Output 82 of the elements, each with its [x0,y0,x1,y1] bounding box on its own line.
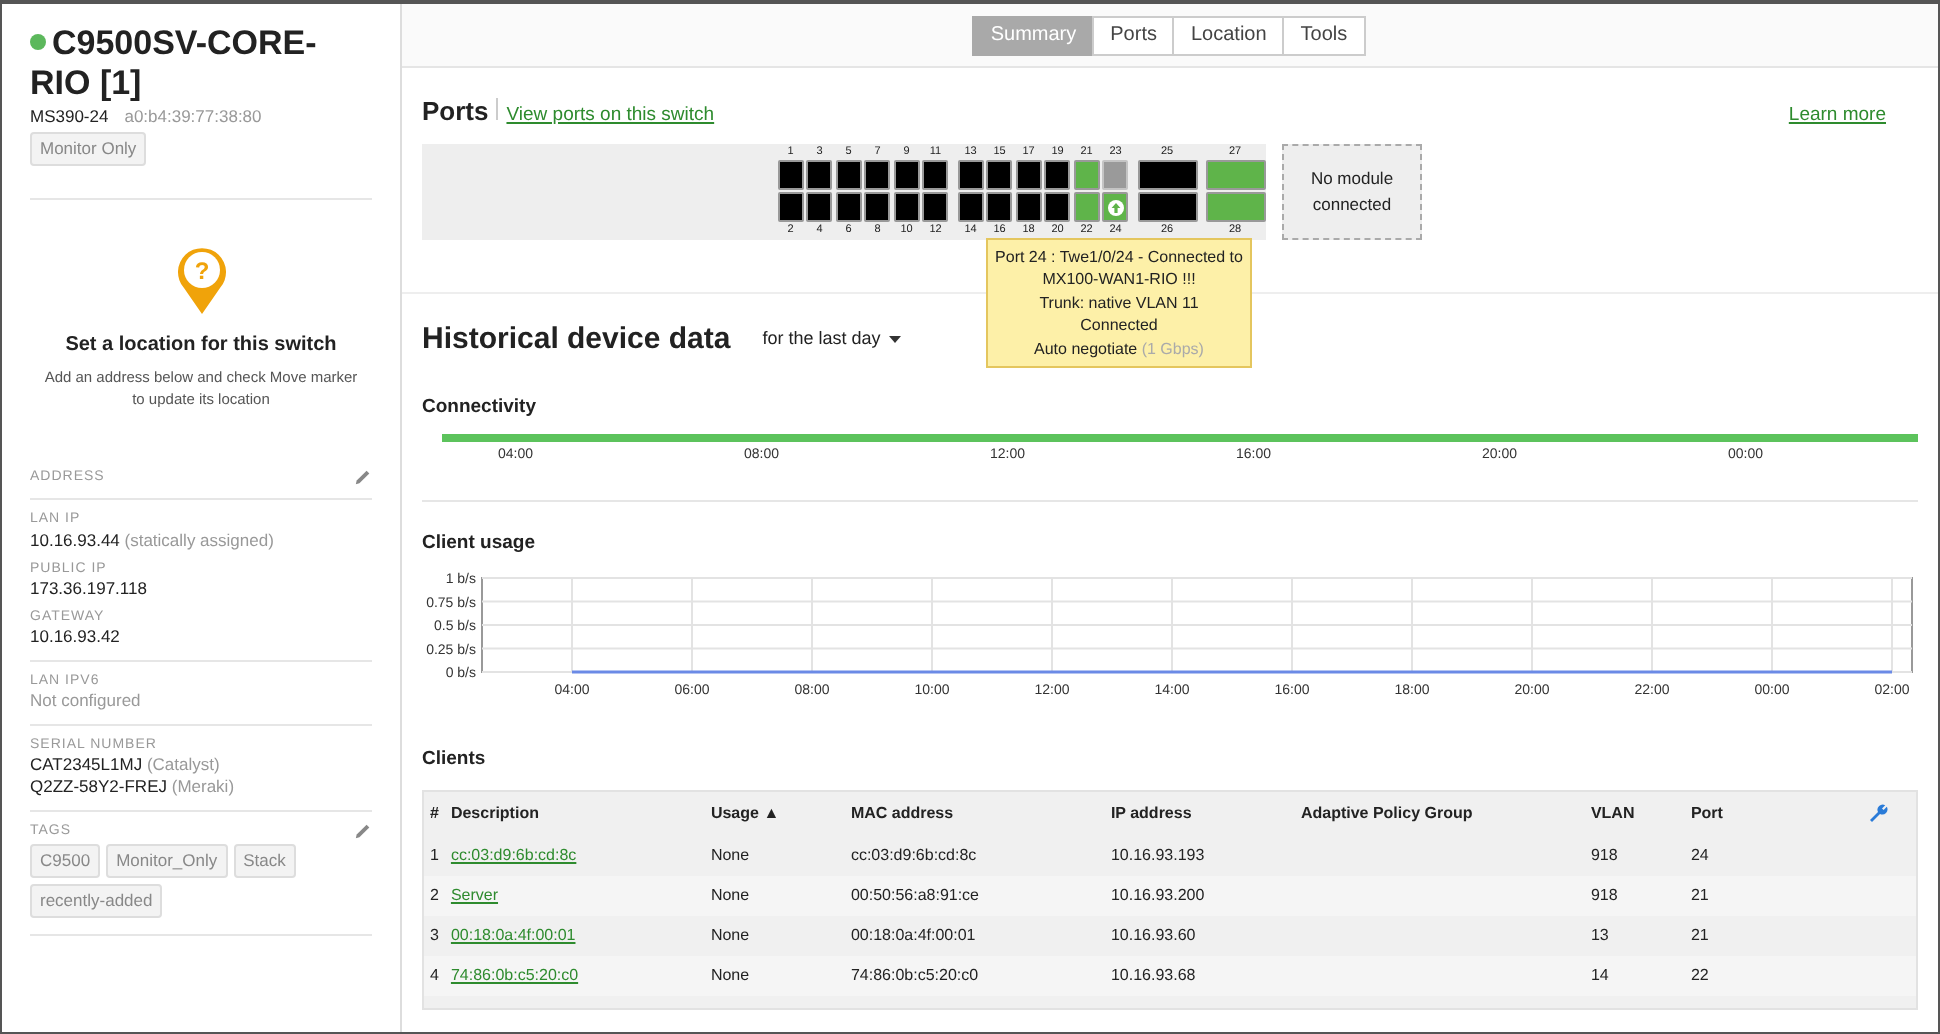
tooltip-text: Trunk: native VLAN 11 [1037,291,1201,315]
port[interactable] [893,192,920,222]
port[interactable] [806,192,833,222]
table-cell: 10.16.93.68 [1104,956,1295,997]
port[interactable] [957,160,984,190]
port[interactable] [1137,160,1197,190]
caret-icon [888,334,903,345]
table-cell: 24 [1684,836,1825,877]
port[interactable] [1137,192,1197,222]
port[interactable] [777,160,804,190]
table-cell: None [704,836,845,877]
port[interactable] [864,160,891,190]
client-link[interactable]: cc:03:d9:6b:cd:8c [450,846,577,865]
table-cell: 10.16.93.193 [1104,836,1295,877]
location-pin-icon: ? [173,243,229,316]
port[interactable] [922,192,949,222]
tooltip-text: Port 24 : Twe1/0/24 - Connected to MX100-WAN1-RIO !!! [993,245,1245,292]
range-dropdown[interactable]: for the last day [762,326,903,353]
field-value: 10.16.93.42 [30,625,122,648]
table-cell: None [704,916,845,957]
edit-icon[interactable] [354,822,372,841]
table-cell: 918 [1584,836,1685,877]
table-cell: None [704,956,845,997]
field-value: 10.16.93.44 (statically assigned) [30,529,276,552]
module-slot: No module connected [1282,143,1422,239]
section-title: Ports [422,94,489,130]
table-cell: 10.16.93.200 [1104,876,1295,917]
table-cell: None [704,876,845,917]
section-title: Clients [422,746,488,774]
tab[interactable]: Location [1172,15,1285,55]
port[interactable] [1015,160,1042,190]
tab[interactable]: Ports [1092,15,1175,55]
wrench-icon[interactable] [1868,804,1888,825]
table-cell: 10.16.93.60 [1104,916,1295,957]
mac-address: a0:b4:39:77:38:80 [124,106,262,129]
table-cell: cc:03:d9:6b:cd:8c [844,836,1105,877]
port[interactable] [1015,192,1042,222]
port[interactable] [835,192,862,222]
section-title: Historical device data [422,319,731,359]
device-name: C9500SV-CORE-RIO [1] [30,24,317,102]
port[interactable] [806,160,833,190]
table-cell: 14 [1584,956,1685,997]
table-cell: 74:86:0b:c5:20:c0 [844,956,1105,997]
tab[interactable]: Tools [1282,15,1366,55]
field-value: CAT2345L1MJ (Catalyst) [30,754,222,777]
table-cell: 4 [424,956,445,997]
table-cell: 918 [1584,876,1685,917]
field-value: Not configured [30,690,143,713]
table-cell: 22 [1684,956,1825,997]
port[interactable] [1044,160,1071,190]
port[interactable] [957,192,984,222]
learn-more-link[interactable]: Learn more [1788,102,1886,131]
uplink-arrow-icon [1107,199,1124,215]
table-cell: 2 [424,876,445,917]
port[interactable] [1044,192,1071,222]
port[interactable] [922,160,949,190]
device-model: MS390-24 [30,106,109,129]
table-cell: 13 [1584,916,1685,957]
tooltip-text: Connected [1078,314,1160,338]
location-heading: Set a location for this switch [63,331,339,358]
table-cell: 00:18:0a:4f:00:01 [844,916,1105,957]
port[interactable] [835,160,862,190]
chart-title: Connectivity [422,394,539,422]
chart-title: Client usage [422,529,537,558]
table-cell: 21 [1684,876,1825,917]
mode-badge: Monitor Only [30,132,147,166]
field-value: 173.36.197.118 [30,577,149,600]
port[interactable] [986,192,1013,222]
edit-icon[interactable] [354,468,372,487]
table-cell: 00:50:56:a8:91:ce [844,876,1105,917]
port[interactable] [864,192,891,222]
tooltip-text: Auto negotiate (1 Gbps) [1032,337,1206,361]
client-link[interactable]: 00:18:0a:4f:00:01 [450,926,576,945]
table-cell: 3 [424,916,445,957]
view-ports-link[interactable]: View ports on this switch [506,102,715,131]
port[interactable] [777,192,804,222]
client-link[interactable]: Server [450,886,499,905]
port[interactable] [986,160,1013,190]
field-value: Q2ZZ-58Y2-FREJ (Meraki) [30,776,237,799]
table-cell: 21 [1684,916,1825,957]
port[interactable] [893,160,920,190]
table-cell: 1 [424,836,445,877]
